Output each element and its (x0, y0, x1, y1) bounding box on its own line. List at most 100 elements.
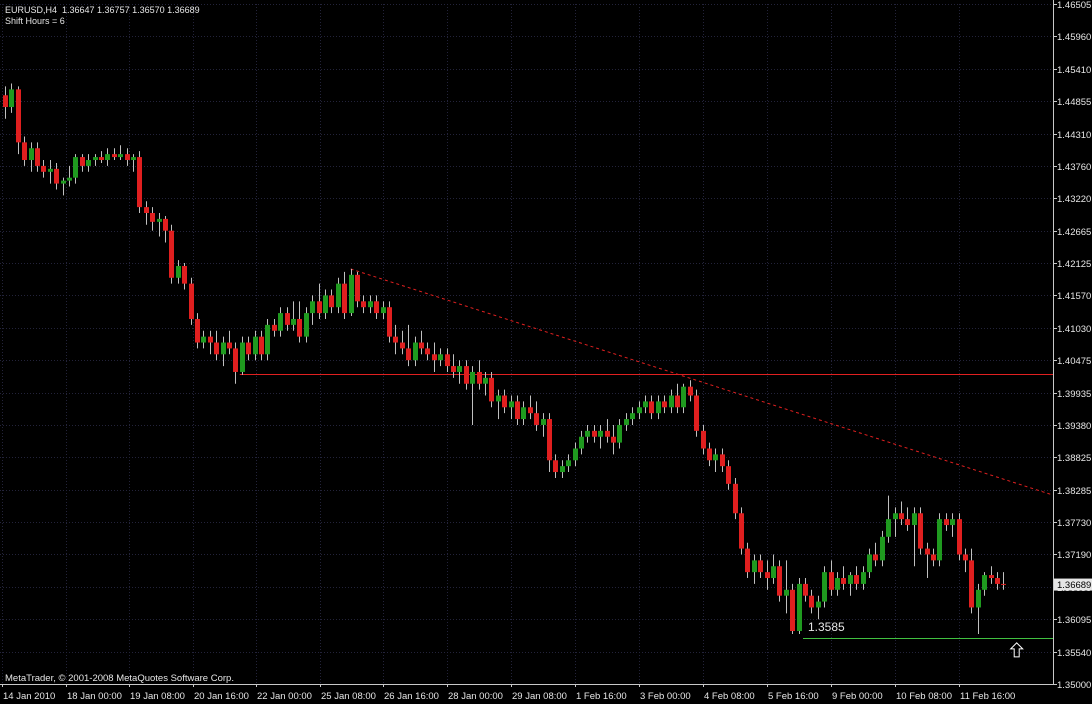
bear-candle (464, 366, 469, 384)
x-tick-label: 4 Feb 08:00 (704, 691, 755, 702)
bear-candle (854, 575, 859, 584)
bull-candle (797, 583, 802, 632)
bull-candle (86, 160, 91, 166)
bear-candle (182, 265, 187, 284)
bear-candle (233, 348, 238, 372)
bear-candle (195, 318, 200, 343)
bear-candle (841, 578, 846, 584)
bull-candle (176, 265, 181, 278)
bear-candle (3, 95, 8, 108)
bull-candle (105, 154, 110, 161)
bull-candle (221, 342, 226, 355)
bull-candle (598, 430, 603, 437)
price-chart[interactable]: 1.3585 14 Jan 2010 18 Jan 00:00 19 Jan 08:… (0, 0, 1092, 704)
bear-candle (214, 342, 219, 355)
bear-candle (720, 454, 725, 467)
bull-candle (61, 180, 66, 184)
bear-candle (22, 142, 27, 161)
grid (0, 4, 1053, 685)
bear-candle (150, 213, 155, 222)
y-tick-label: 1.36095 (1057, 615, 1091, 626)
bull-candle (637, 407, 642, 414)
x-tick-label: 1 Feb 16:00 (576, 691, 627, 702)
bear-candle (272, 324, 277, 331)
bear-candle (969, 560, 974, 608)
bear-candle (41, 165, 46, 172)
bull-candle (643, 401, 648, 408)
axes: 14 Jan 2010 18 Jan 00:00 19 Jan 08:00 20 Ja… (0, 0, 1092, 702)
bear-candle (592, 430, 597, 437)
y-tick-label: 1.38285 (1057, 486, 1091, 497)
bull-candle (752, 560, 757, 573)
bear-candle (445, 354, 450, 367)
bull-candle (457, 366, 462, 372)
bear-candle (688, 386, 693, 396)
bull-candle (201, 336, 206, 343)
bull-candle (118, 154, 123, 158)
y-tick-label: 1.35540 (1057, 648, 1091, 659)
bull-candle (131, 157, 136, 161)
bear-candle (707, 448, 712, 461)
x-tick-label: 26 Jan 16:00 (384, 691, 439, 702)
bull-candle (483, 377, 488, 384)
bear-candle (777, 566, 782, 596)
x-tick-label: 10 Feb 08:00 (896, 691, 952, 702)
y-tick-label: 1.39380 (1057, 421, 1091, 432)
bear-candle (361, 301, 366, 308)
bear-candle (317, 301, 322, 314)
bear-candle (425, 348, 430, 355)
bear-candle (809, 595, 814, 608)
x-tick-label: 3 Feb 00:00 (640, 691, 691, 702)
copyright-text: MetaTrader, © 2001-2008 MetaQuotes Softw… (5, 673, 234, 684)
bull-candle (93, 157, 98, 161)
bull-candle (937, 519, 942, 561)
bear-candle (899, 513, 904, 520)
bear-candle (208, 336, 213, 343)
bear-candle (406, 348, 411, 361)
bear-candle (528, 407, 533, 414)
bear-candle (246, 342, 251, 355)
bear-candle (419, 342, 424, 349)
y-tick-label: 1.37730 (1057, 518, 1091, 529)
x-tick-label: 5 Feb 16:00 (768, 691, 819, 702)
bear-candle (694, 395, 699, 431)
bear-candle (489, 377, 494, 402)
y-tick-label: 1.45960 (1057, 32, 1091, 43)
bear-candle (745, 548, 750, 573)
bear-candle (163, 218, 168, 231)
bear-candle (1001, 583, 1006, 585)
bear-candle (649, 401, 654, 414)
trend-line (350, 268, 1054, 496)
bull-candle (48, 168, 53, 172)
bull-candle (669, 395, 674, 408)
bull-candle (822, 572, 827, 602)
bear-candle (329, 295, 334, 308)
bull-candle (771, 566, 776, 579)
up-arrow-icon (1009, 642, 1024, 658)
bear-candle (227, 342, 232, 349)
y-tick-label: 1.35000 (1057, 680, 1091, 691)
bear-candle (432, 354, 437, 361)
bear-candle (873, 554, 878, 561)
x-tick-label: 11 Feb 16:00 (960, 691, 1015, 702)
bull-candle (880, 536, 885, 561)
bull-candle (624, 419, 629, 425)
chart-window[interactable]: 1.3585 14 Jan 2010 18 Jan 00:00 19 Jan 08:… (0, 0, 1092, 704)
bull-candle (585, 430, 590, 437)
bear-candle (605, 430, 610, 437)
bull-candle (566, 460, 571, 467)
bear-candle (534, 413, 539, 425)
bull-candle (381, 307, 386, 314)
bull-candle (438, 354, 443, 361)
bull-candle (681, 386, 686, 408)
bull-candle (368, 301, 373, 308)
bull-candle (886, 519, 891, 537)
x-tick-label: 14 Jan 2010 (3, 691, 55, 702)
y-tick-label: 1.44310 (1057, 130, 1091, 141)
bear-candle (989, 575, 994, 579)
bull-candle (976, 589, 981, 608)
bull-candle (253, 336, 258, 355)
bull-candle (240, 342, 245, 372)
bull-candle (630, 413, 635, 420)
current-price-label: 1.36689 (1057, 580, 1091, 591)
